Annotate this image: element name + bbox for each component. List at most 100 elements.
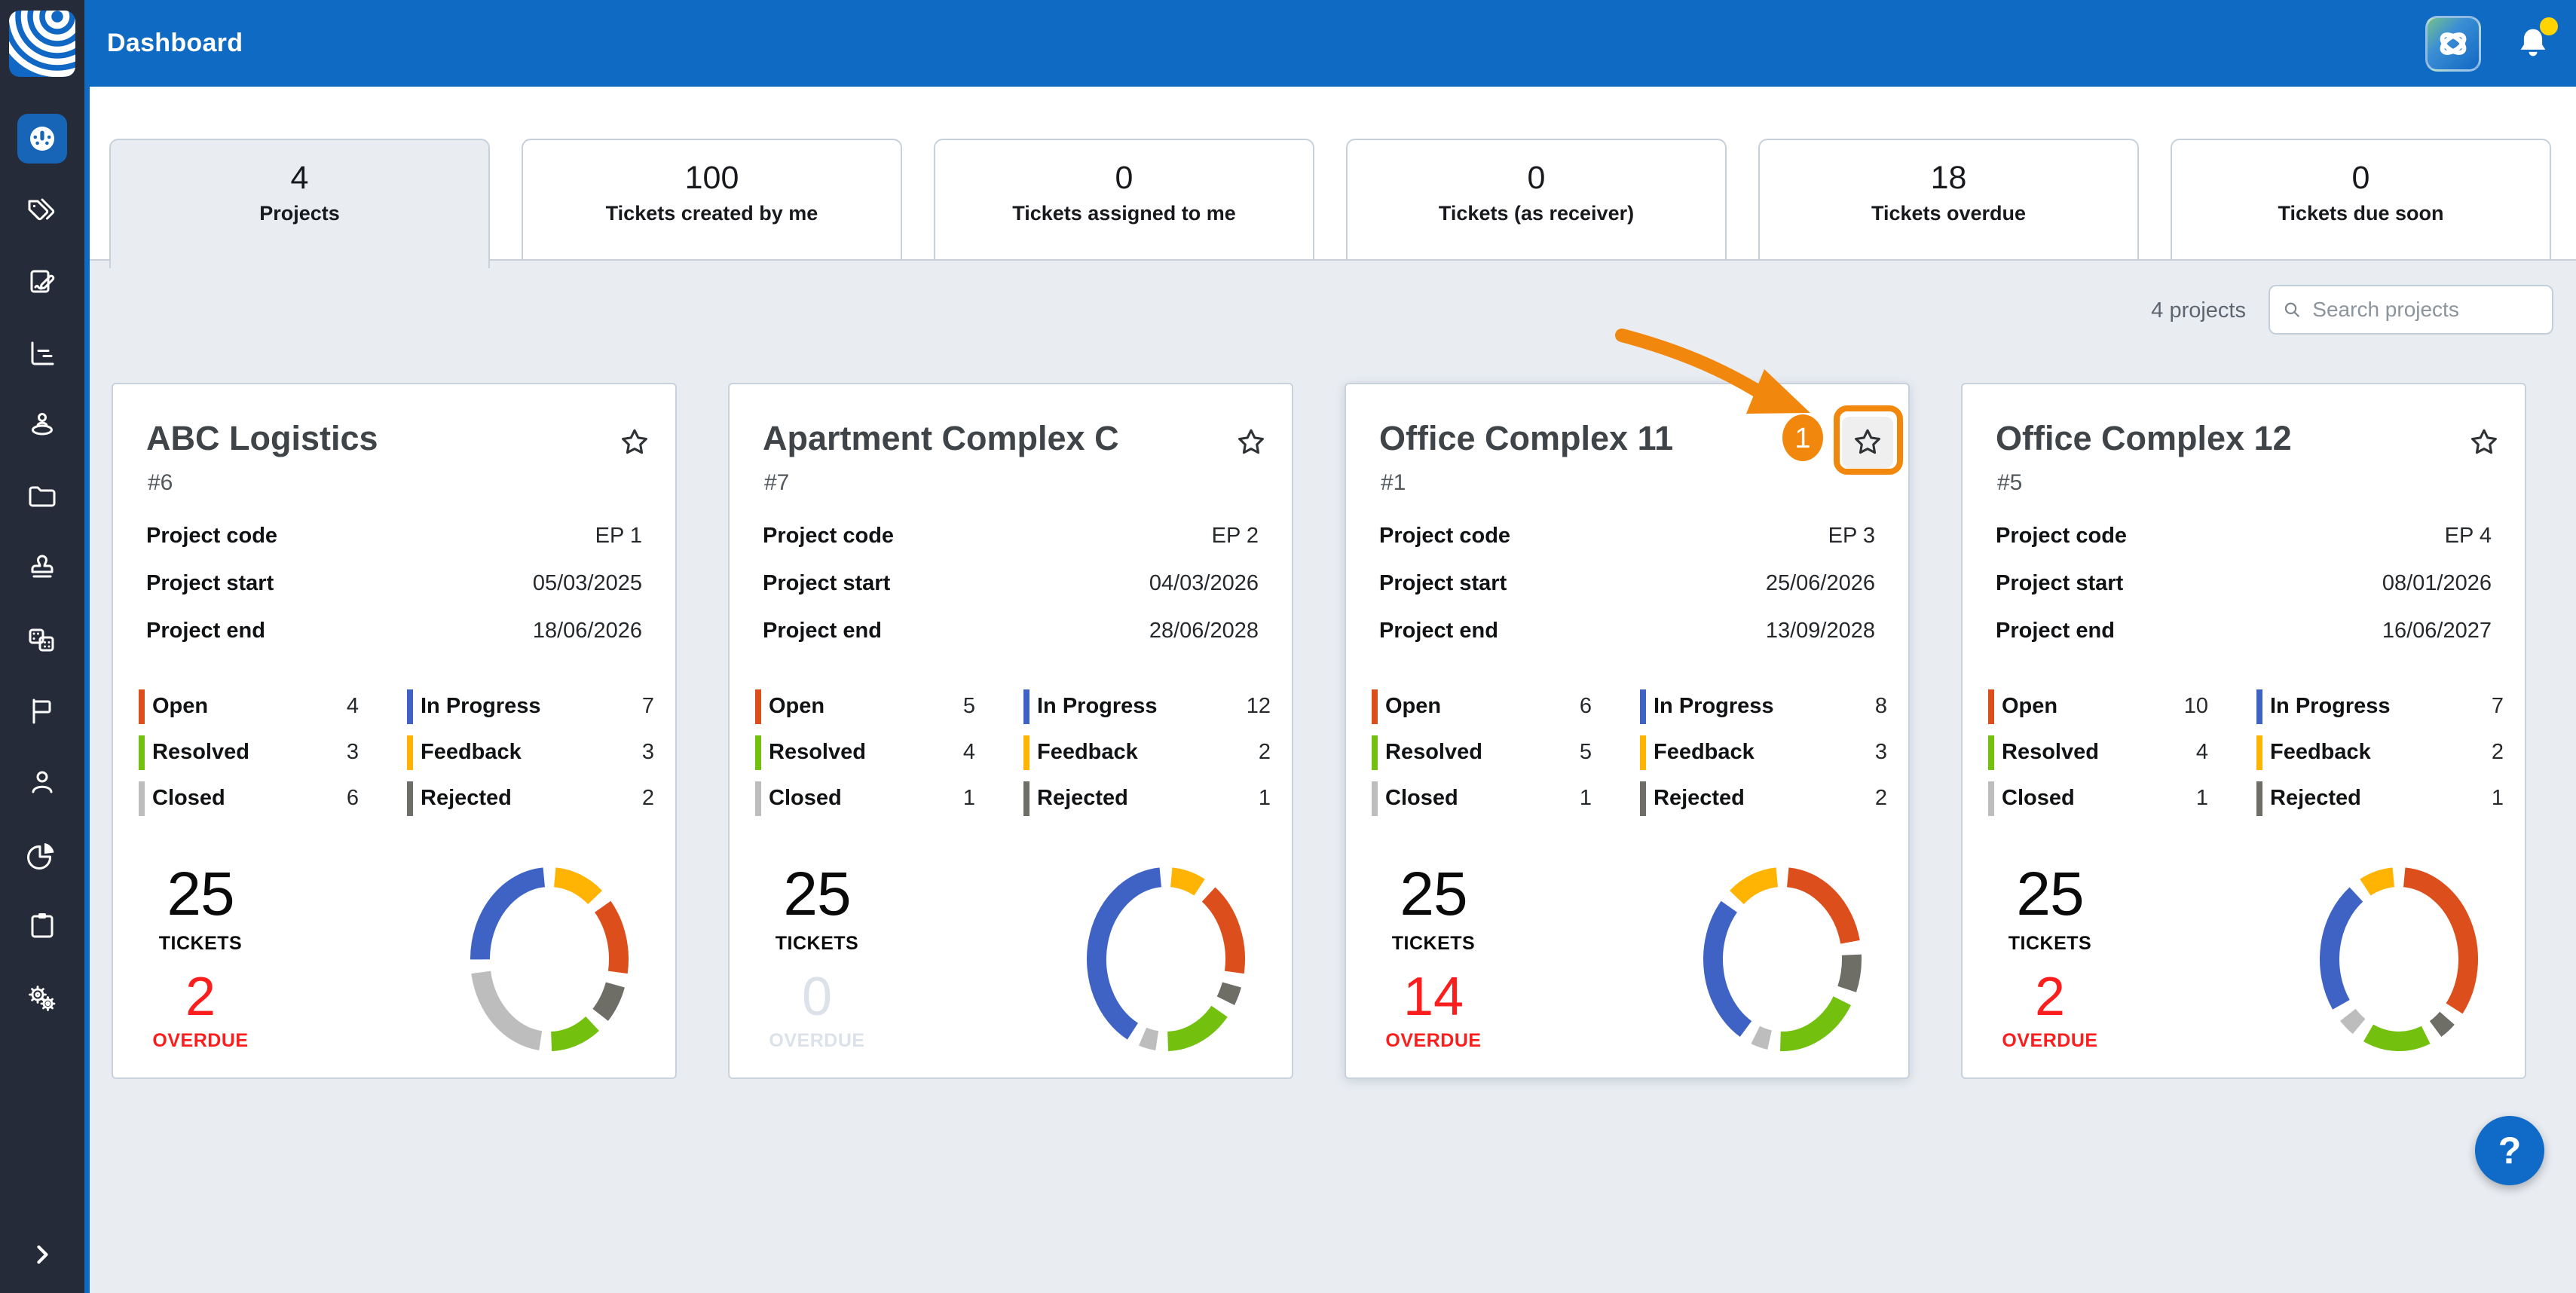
project-number: #1 <box>1381 470 1406 496</box>
stat-tab-tickets-overdue[interactable]: 18Tickets overdue <box>1758 139 2139 259</box>
project-end-value: 18/06/2026 <box>533 619 642 643</box>
stat-label: Tickets due soon <box>2172 202 2550 225</box>
stat-tab-tickets-created-by-me[interactable]: 100Tickets created by me <box>522 139 902 259</box>
stat-label: Tickets created by me <box>523 202 901 225</box>
chevron-right-icon <box>26 1238 59 1271</box>
sidebar-item-flag[interactable] <box>0 675 84 747</box>
sidebar-item-clipboard[interactable] <box>0 890 84 961</box>
project-start-label: Project start <box>1379 571 1507 596</box>
favorite-star-button-abc-logistics[interactable] <box>609 417 660 468</box>
tags-icon <box>24 192 60 228</box>
project-card-abc-logistics[interactable]: ABC Logistics#6Project codeEP 1Project s… <box>112 383 677 1079</box>
apps-knot-icon[interactable] <box>2425 16 2481 72</box>
stat-tab-tickets-as-receiver[interactable]: 0Tickets (as receiver) <box>1346 139 1727 259</box>
status-count: 3 <box>1875 740 1887 765</box>
project-info-rows: Project codeEP 4Project start08/01/2026P… <box>1996 512 2492 655</box>
clipboard-icon <box>24 908 60 944</box>
sidebar-item-pie-chart[interactable] <box>0 818 84 890</box>
project-end-row: Project end16/06/2027 <box>1996 607 2492 655</box>
status-label: Feedback <box>421 740 522 765</box>
status-color-bar <box>1372 689 1378 724</box>
overdue-total: 2 <box>124 970 277 1024</box>
status-color-bar <box>1988 735 1994 770</box>
sidebar-item-dashboard[interactable] <box>0 102 84 174</box>
status-label: In Progress <box>421 694 541 719</box>
status-rejected: Rejected1 <box>1023 775 1271 821</box>
status-count: 12 <box>1247 694 1271 719</box>
project-card-office-complex-11[interactable]: Office Complex 11#1Project codeEP 3Proje… <box>1345 383 1910 1079</box>
status-in_progress: In Progress7 <box>2256 683 2504 729</box>
stat-label: Tickets assigned to me <box>935 202 1313 225</box>
status-closed: Closed6 <box>139 775 359 821</box>
status-count: 3 <box>642 740 654 765</box>
status-color-bar <box>755 781 761 816</box>
status-label: Feedback <box>1654 740 1755 765</box>
stat-tab-tickets-due-soon[interactable]: 0Tickets due soon <box>2171 139 2551 259</box>
sidebar-item-report-chart[interactable] <box>0 317 84 389</box>
status-label: Closed <box>2002 786 2075 811</box>
favorite-star-button-apartment-complex-c[interactable] <box>1225 417 1277 468</box>
status-label: Resolved <box>769 740 866 765</box>
project-code-label: Project code <box>763 524 894 549</box>
projects-count: 4 projects <box>2151 298 2246 323</box>
star-icon <box>2467 426 2501 459</box>
project-info-rows: Project codeEP 1Project start05/03/2025P… <box>146 512 642 655</box>
status-feedback: Feedback2 <box>2256 729 2504 775</box>
stat-label: Tickets overdue <box>1760 202 2137 225</box>
favorite-star-button-office-complex-11[interactable] <box>1842 417 1893 468</box>
stat-label: Projects <box>111 202 488 225</box>
project-card-office-complex-12[interactable]: Office Complex 12#5Project codeEP 4Proje… <box>1961 383 2526 1079</box>
sidebar-item-buildings[interactable] <box>0 604 84 675</box>
project-start-label: Project start <box>763 571 890 596</box>
project-start-label: Project start <box>1996 571 2123 596</box>
project-title: Office Complex 11 <box>1379 419 1673 458</box>
status-count: 5 <box>963 694 975 719</box>
project-start-value: 04/03/2026 <box>1149 571 1259 596</box>
donut-segment-closed <box>1755 1035 1770 1040</box>
sidebar-item-tags[interactable] <box>0 174 84 246</box>
sidebar-item-stamp[interactable] <box>0 532 84 604</box>
project-number: #5 <box>1997 470 2022 496</box>
report-chart-icon <box>24 335 60 371</box>
app-logo[interactable] <box>0 0 84 87</box>
project-card-apartment-complex-c[interactable]: Apartment Complex C#7Project codeEP 2Pro… <box>728 383 1293 1079</box>
status-color-bar <box>1023 735 1029 770</box>
sidebar-item-contract-sign[interactable] <box>0 246 84 317</box>
status-color-bar <box>1988 689 1994 724</box>
project-number: #6 <box>148 470 173 496</box>
status-count: 7 <box>642 694 654 719</box>
donut-segment-rejected <box>1225 985 1231 1001</box>
search-input[interactable] <box>2311 297 2540 322</box>
donut-segment-feedback <box>1171 877 1199 887</box>
status-label: Feedback <box>2270 740 2371 765</box>
sidebar-item-folder[interactable] <box>0 460 84 532</box>
status-open: Open6 <box>1372 683 1592 729</box>
status-label: Rejected <box>1654 786 1745 811</box>
donut-segment-resolved <box>1168 1011 1219 1041</box>
status-label: Open <box>769 694 825 719</box>
sidebar <box>0 87 84 1293</box>
status-color-bar <box>2256 735 2262 770</box>
notifications-bell-icon[interactable] <box>2511 22 2555 66</box>
sidebar-item-person-location[interactable] <box>0 389 84 460</box>
stat-label: Tickets (as receiver) <box>1348 202 1725 225</box>
status-count: 1 <box>1580 786 1592 811</box>
sidebar-item-user[interactable] <box>0 747 84 818</box>
favorite-star-button-office-complex-12[interactable] <box>2458 417 2510 468</box>
status-feedback: Feedback 3 <box>407 729 654 775</box>
search-box[interactable] <box>2269 285 2553 335</box>
help-button[interactable]: ? <box>2475 1116 2544 1185</box>
status-rejected: Rejected2 <box>407 775 654 821</box>
buildings-icon <box>24 622 60 658</box>
sidebar-item-settings-gears[interactable] <box>0 961 84 1033</box>
flag-icon <box>24 693 60 729</box>
status-label: Open <box>2002 694 2057 719</box>
status-color-bar <box>2256 689 2262 724</box>
donut-segment-in_progress <box>1713 906 1745 1029</box>
stat-tab-projects[interactable]: 4Projects <box>109 139 490 268</box>
top-bar: Dashboard <box>0 0 2576 87</box>
status-count: 6 <box>1580 694 1592 719</box>
sidebar-expand-button[interactable] <box>0 1228 84 1281</box>
project-end-row: Project end18/06/2026 <box>146 607 642 655</box>
stat-tab-tickets-assigned-to-me[interactable]: 0Tickets assigned to me <box>934 139 1314 259</box>
